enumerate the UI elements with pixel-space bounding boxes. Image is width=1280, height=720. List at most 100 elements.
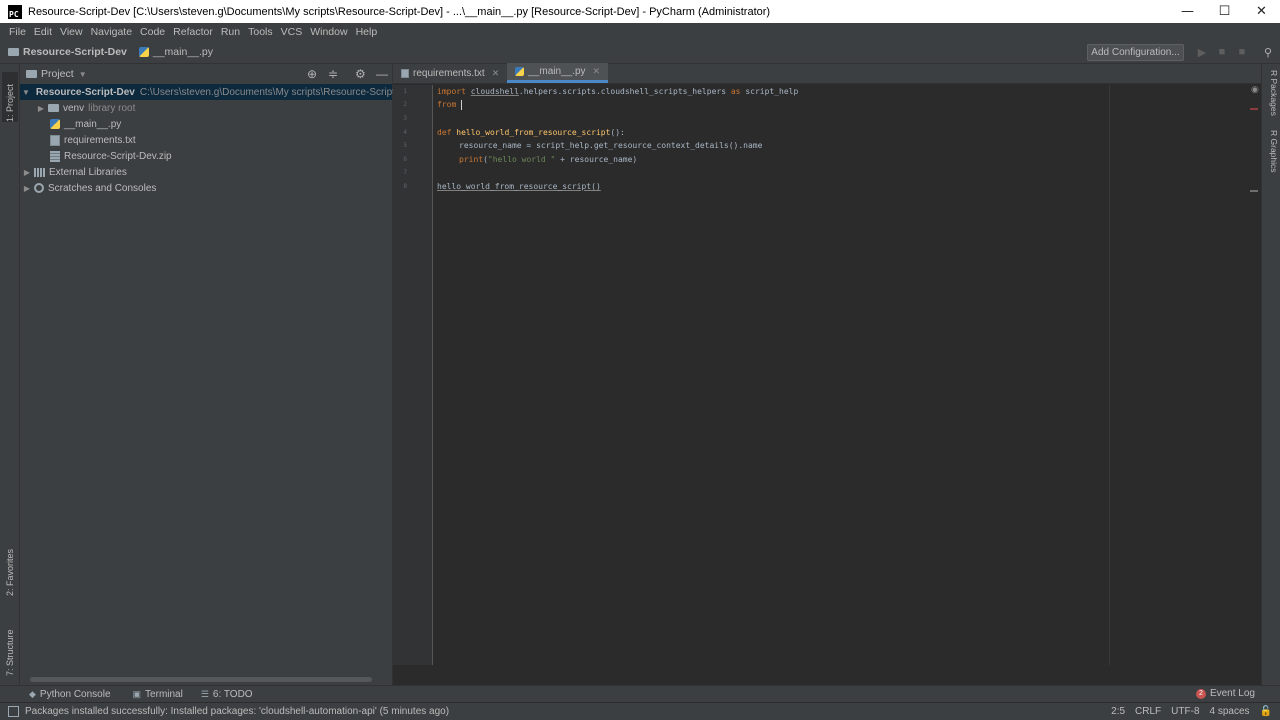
menu-tools[interactable]: Tools bbox=[244, 26, 277, 38]
status-message[interactable]: Packages installed successfully: Install… bbox=[25, 706, 449, 717]
project-view-icon bbox=[26, 70, 37, 78]
search-icon[interactable]: ⚲ bbox=[1262, 46, 1274, 59]
text-caret bbox=[461, 99, 463, 110]
tab-project-tool[interactable]: 1: Project bbox=[2, 72, 18, 122]
maximize-button[interactable]: ☐ bbox=[1206, 0, 1243, 23]
tab-requirements-txt[interactable]: requirements.txt ✕ bbox=[393, 63, 507, 83]
menu-window[interactable]: Window bbox=[306, 26, 351, 38]
terminal-button[interactable]: ▣ Terminal bbox=[133, 689, 183, 700]
line-number: 4 bbox=[403, 129, 407, 136]
close-button[interactable]: ✕ bbox=[1243, 0, 1280, 23]
expanded-arrow-icon[interactable]: ▼ bbox=[22, 88, 30, 97]
stop-icon[interactable]: ■ bbox=[1236, 46, 1248, 58]
project-panel-title[interactable]: Project bbox=[41, 68, 74, 80]
print-args: + resource_name) bbox=[555, 155, 638, 164]
collapse-icon[interactable]: ≑ bbox=[328, 67, 338, 81]
todo-button[interactable]: ☰ 6: TODO bbox=[201, 689, 253, 700]
bottom-tool-bar: ◆ Python Console ▣ Terminal ☰ 6: TODO 2 … bbox=[0, 685, 1280, 702]
tab-r-packages[interactable]: R Packages bbox=[1265, 70, 1279, 116]
debug-icon[interactable]: ■ bbox=[1216, 46, 1228, 58]
cursor-position[interactable]: 2:5 bbox=[1111, 706, 1125, 717]
navigation-bar: Resource-Script-Dev __main__.py Add Conf… bbox=[0, 41, 1280, 64]
window-titlebar: PC Resource-Script-Dev [C:\Users\steven.… bbox=[0, 0, 1280, 23]
tab-structure-tool[interactable]: 7: Structure bbox=[2, 614, 18, 676]
horizontal-scrollbar[interactable] bbox=[30, 677, 372, 682]
tree-item-external-libraries[interactable]: ▶ External Libraries bbox=[20, 164, 392, 180]
library-root-note: library root bbox=[88, 102, 136, 114]
chevron-down-icon[interactable]: ▼ bbox=[79, 70, 87, 79]
menu-vcs[interactable]: VCS bbox=[277, 26, 307, 38]
breadcrumb-project[interactable]: Resource-Script-Dev bbox=[23, 46, 127, 58]
add-configuration-button[interactable]: Add Configuration... bbox=[1087, 44, 1184, 61]
tree-item-label: Resource-Script-Dev.zip bbox=[64, 150, 172, 162]
menu-edit[interactable]: Edit bbox=[30, 26, 56, 38]
status-indicators: 2:5 CRLF UTF-8 4 spaces 🔓 bbox=[1111, 706, 1272, 717]
hide-icon[interactable]: — bbox=[376, 67, 388, 81]
menu-navigate[interactable]: Navigate bbox=[87, 26, 136, 38]
tree-item-zip[interactable]: Resource-Script-Dev.zip bbox=[20, 148, 392, 164]
collapsed-arrow-icon[interactable]: ▶ bbox=[22, 168, 32, 177]
close-tab-icon[interactable]: ✕ bbox=[593, 66, 601, 77]
menu-view[interactable]: View bbox=[56, 26, 87, 38]
menu-file[interactable]: File bbox=[5, 26, 30, 38]
indent-setting[interactable]: 4 spaces bbox=[1210, 706, 1250, 717]
tree-item-label: External Libraries bbox=[49, 166, 127, 178]
tree-item-main-py[interactable]: __main__.py bbox=[20, 116, 392, 132]
tab-label: __main__.py bbox=[528, 66, 586, 77]
project-panel-header: Project ▼ ⊕ ≑ ⚙ — bbox=[20, 64, 392, 84]
folder-icon bbox=[8, 48, 19, 56]
breadcrumb: Resource-Script-Dev __main__.py bbox=[0, 46, 213, 58]
python-console-button[interactable]: ◆ Python Console bbox=[29, 689, 111, 700]
line-separator[interactable]: CRLF bbox=[1135, 706, 1161, 717]
eye-icon[interactable]: ◉ bbox=[1251, 85, 1259, 95]
code-editor: requirements.txt ✕ __main__.py ✕ 1 2 3 4… bbox=[393, 63, 1261, 685]
lock-icon[interactable]: 🔓 bbox=[1260, 706, 1272, 717]
python-file-icon bbox=[50, 119, 60, 129]
warning-stripe-mark[interactable] bbox=[1250, 190, 1258, 192]
tab-favorites-tool[interactable]: 2: Favorites bbox=[2, 534, 18, 596]
event-count-badge: 2 bbox=[1195, 688, 1206, 699]
error-stripe-mark[interactable] bbox=[1250, 108, 1258, 110]
menu-refactor[interactable]: Refactor bbox=[169, 26, 217, 38]
code-line-8: hello_world_from_resource_script() bbox=[437, 180, 601, 193]
tab-r-graphics[interactable]: R Graphics bbox=[1265, 130, 1279, 173]
tree-item-project-root[interactable]: ▼ Resource-Script-Dev C:\Users\steven.g\… bbox=[20, 84, 395, 100]
menu-code[interactable]: Code bbox=[136, 26, 169, 38]
tree-item-venv[interactable]: ▶ venv library root bbox=[20, 100, 392, 116]
minimize-button[interactable]: — bbox=[1169, 0, 1206, 23]
tab-main-py[interactable]: __main__.py ✕ bbox=[507, 63, 609, 83]
close-tab-icon[interactable]: ✕ bbox=[492, 68, 500, 79]
function-call: hello_world_from_resource_script() bbox=[437, 182, 601, 191]
terminal-icon: ▣ bbox=[132, 688, 142, 699]
editor-tabs: requirements.txt ✕ __main__.py ✕ bbox=[393, 63, 1261, 84]
file-encoding[interactable]: UTF-8 bbox=[1171, 706, 1199, 717]
keyword-as: as bbox=[730, 87, 741, 96]
line-number: 7 bbox=[403, 169, 407, 176]
project-tool-label: 1: Project bbox=[5, 83, 15, 122]
tree-item-requirements[interactable]: requirements.txt bbox=[20, 132, 392, 148]
status-bar: Packages installed successfully: Install… bbox=[0, 702, 1280, 720]
menu-help[interactable]: Help bbox=[352, 26, 382, 38]
favorites-tool-label: 2: Favorites bbox=[5, 548, 15, 596]
tree-item-label: Scratches and Consoles bbox=[48, 182, 157, 194]
tree-item-label: Resource-Script-Dev bbox=[35, 86, 135, 98]
python-console-label: Python Console bbox=[39, 688, 111, 700]
menu-run[interactable]: Run bbox=[217, 26, 244, 38]
run-icon[interactable]: ▶ bbox=[1196, 46, 1208, 59]
gear-icon[interactable]: ⚙ bbox=[355, 67, 366, 81]
todo-icon: ☰ bbox=[200, 688, 209, 699]
event-log-label: Event Log bbox=[1209, 688, 1255, 699]
locate-icon[interactable]: ⊕ bbox=[307, 67, 317, 81]
collapsed-arrow-icon[interactable]: ▶ bbox=[36, 104, 46, 113]
keyword-import: import bbox=[437, 87, 466, 96]
code-line-2: from bbox=[437, 98, 463, 111]
toggle-tool-windows-icon[interactable] bbox=[8, 706, 19, 717]
breadcrumb-file[interactable]: __main__.py bbox=[153, 46, 213, 58]
tree-item-scratches[interactable]: ▶ Scratches and Consoles bbox=[20, 180, 392, 196]
code-content[interactable]: import cloudshell.helpers.scripts.clouds… bbox=[437, 85, 798, 191]
event-log-button[interactable]: 2 Event Log bbox=[1195, 688, 1255, 699]
collapsed-arrow-icon[interactable]: ▶ bbox=[22, 184, 32, 193]
tab-label: requirements.txt bbox=[413, 67, 485, 79]
tree-item-path: C:\Users\steven.g\Documents\My scripts\R… bbox=[139, 86, 395, 98]
window-title: Resource-Script-Dev [C:\Users\steven.g\D… bbox=[28, 5, 771, 18]
